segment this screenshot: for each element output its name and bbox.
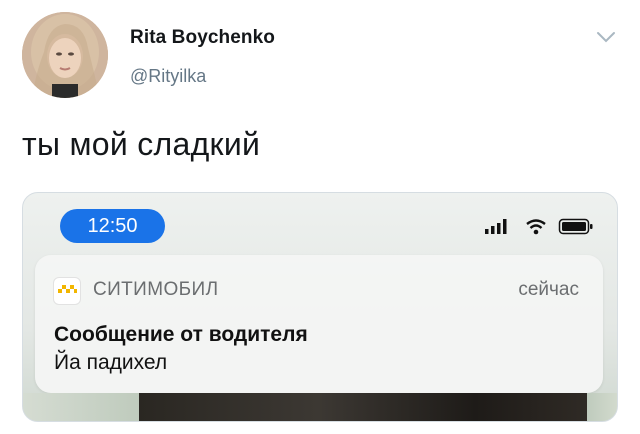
citymobil-app-icon bbox=[53, 277, 81, 305]
notification-body: Йа падихел bbox=[54, 351, 168, 374]
user-handle[interactable]: @Rityilka bbox=[130, 66, 206, 87]
attached-screenshot[interactable]: 12:50 СИТИМОБИЛ сейчас Сообщение от води… bbox=[22, 192, 618, 422]
background-photo-edge bbox=[587, 393, 617, 421]
tweet-text: ты мой сладкий bbox=[22, 126, 261, 162]
push-notification[interactable]: СИТИМОБИЛ сейчас Сообщение от водителя Й… bbox=[35, 255, 603, 393]
phone-status-bar: 12:50 bbox=[23, 193, 617, 249]
status-time: 12:50 bbox=[60, 209, 165, 243]
notification-time: сейчас bbox=[518, 279, 579, 300]
status-icons bbox=[485, 218, 593, 235]
wifi-icon bbox=[526, 219, 546, 235]
battery-icon bbox=[558, 218, 593, 235]
user-avatar[interactable] bbox=[22, 12, 108, 98]
background-photo bbox=[139, 393, 587, 421]
chevron-down-icon[interactable] bbox=[595, 28, 617, 46]
notification-app-name: СИТИМОБИЛ bbox=[93, 279, 219, 300]
cellular-signal-icon bbox=[485, 219, 507, 234]
display-name[interactable]: Rita Boychenko bbox=[130, 27, 275, 49]
notification-title: Сообщение от водителя bbox=[54, 323, 308, 346]
background-photo-edge bbox=[23, 393, 139, 421]
